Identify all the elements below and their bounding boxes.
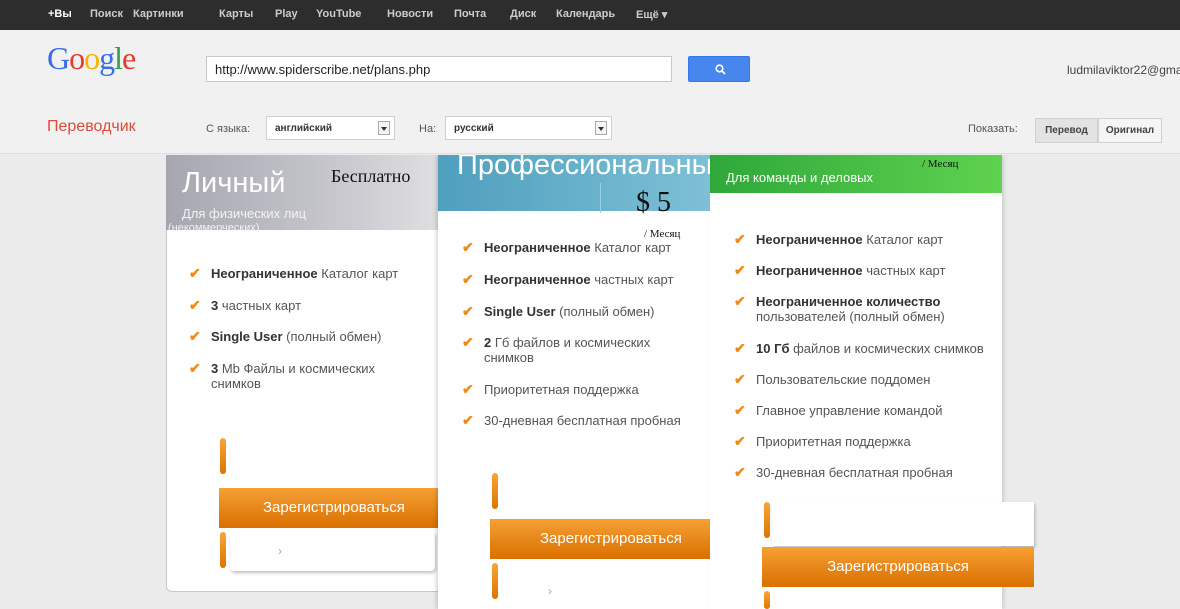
feature-item: ✔ Single User (полный обмен) <box>189 328 382 345</box>
plan-period-pro: / Месяц <box>644 228 681 240</box>
feature-item: ✔ Неограниченное количество пользователей… <box>734 293 945 325</box>
from-language-label: С языка: <box>206 123 251 135</box>
feature-item: ✔ 10 Гб файлов и космических снимков <box>734 340 984 357</box>
register-button-personal[interactable]: Зарегистрироваться <box>219 488 438 528</box>
feature-item: ✔ Неограниченное частных карт <box>734 262 946 279</box>
plan-subtitle2-personal: (некоммерческих) <box>168 222 260 230</box>
checkmark-icon: ✔ <box>734 293 746 309</box>
checkmark-icon: ✔ <box>189 328 201 344</box>
feature-item: ✔ Главное управление командой <box>734 402 943 419</box>
feature-item: ✔ Неограниченное Каталог карт <box>462 239 672 256</box>
checkmark-icon: ✔ <box>462 239 474 255</box>
plan-price-pro: $ 5 <box>636 187 671 218</box>
checkmark-icon: ✔ <box>462 381 474 397</box>
checkmark-icon: ✔ <box>462 334 474 350</box>
button-stub <box>764 591 770 609</box>
button-stub <box>764 502 770 538</box>
register-button-pro[interactable]: Зарегистрироваться <box>490 519 710 559</box>
chevron-down-icon <box>378 121 390 135</box>
feature-item: ✔ Пользовательские поддомен <box>734 371 931 388</box>
nav-images[interactable]: Картинки <box>133 8 184 20</box>
plan-subtitle-personal: Для физических лиц <box>182 206 307 221</box>
checkmark-icon: ✔ <box>734 231 746 247</box>
button-shadow-area <box>772 502 1034 546</box>
logo-letter: o <box>84 40 100 76</box>
button-shadow-area: › <box>230 533 435 571</box>
url-input[interactable] <box>206 56 672 82</box>
checkmark-icon: ✔ <box>462 271 474 287</box>
checkmark-icon: ✔ <box>189 297 201 313</box>
logo-letter: o <box>69 40 85 76</box>
feature-item: ✔ Неограниченное Каталог карт <box>734 231 944 248</box>
translator-title[interactable]: Переводчик <box>47 118 136 136</box>
feature-item: ✔ Неограниченное частных карт <box>462 271 674 288</box>
checkmark-icon: ✔ <box>734 433 746 449</box>
chevron-right-icon: › <box>278 544 282 558</box>
from-language-select[interactable]: английский <box>266 116 395 140</box>
button-stub <box>492 563 498 599</box>
feature-item: ✔ Приоритетная поддержка <box>462 381 639 398</box>
nav-calendar[interactable]: Календарь <box>556 8 615 20</box>
nav-mail[interactable]: Почта <box>454 8 486 20</box>
feature-item: ✔ Приоритетная поддержка <box>734 433 911 450</box>
google-header: Google ludmilaviktor22@gmai <box>0 30 1180 102</box>
plan-name-personal: Личный <box>182 167 286 199</box>
logo-letter: G <box>47 40 70 76</box>
user-email[interactable]: ludmilaviktor22@gmai <box>1067 63 1180 77</box>
feature-item: ✔ 3 Mb Файлы и космических снимков <box>189 360 376 392</box>
chevron-down-icon <box>595 121 607 135</box>
show-label: Показать: <box>968 123 1018 135</box>
feature-item: ✔ Single User (полный обмен) <box>462 303 655 320</box>
feature-item: ✔ Неограниченное Каталог карт <box>189 265 399 282</box>
checkmark-icon: ✔ <box>462 412 474 428</box>
nav-search[interactable]: Поиск <box>90 8 123 20</box>
google-logo[interactable]: Google <box>47 40 136 77</box>
checkmark-icon: ✔ <box>734 340 746 356</box>
checkmark-icon: ✔ <box>734 464 746 480</box>
checkmark-icon: ✔ <box>734 402 746 418</box>
show-translation-button[interactable]: Перевод <box>1035 118 1098 143</box>
checkmark-icon: ✔ <box>189 360 201 376</box>
plan-price-personal: Бесплатно <box>331 166 411 186</box>
logo-letter: e <box>122 40 136 76</box>
nav-youtube[interactable]: YouTube <box>316 8 361 20</box>
plan-name-pro: Профессиональный <box>457 155 710 181</box>
checkmark-icon: ✔ <box>462 303 474 319</box>
feature-item: ✔ 30-дневная бесплатная пробная <box>734 464 953 481</box>
nav-more[interactable]: Ещё ▾ <box>636 8 667 21</box>
register-button-business[interactable]: Зарегистрироваться <box>762 547 1034 587</box>
nav-maps[interactable]: Карты <box>219 8 253 20</box>
plan-header-personal: Личный Для физических лиц (некоммерчески… <box>166 155 466 230</box>
button-stub <box>220 438 226 474</box>
plan-period-business: / Месяц <box>922 158 959 170</box>
price-divider <box>600 183 601 213</box>
chevron-right-icon: › <box>548 584 552 598</box>
show-original-button[interactable]: Оригинал <box>1098 118 1162 143</box>
plan-subtitle-business: Для команды и деловых <box>726 170 873 185</box>
to-language-select[interactable]: русский <box>445 116 612 140</box>
translate-bar: Переводчик С языка: английский На: русск… <box>0 102 1180 154</box>
checkmark-icon: ✔ <box>734 371 746 387</box>
feature-item: ✔ 3 частных карт <box>189 297 302 314</box>
translated-page: Личный Для физических лиц (некоммерчески… <box>0 155 1180 609</box>
search-button[interactable] <box>688 56 750 82</box>
checkmark-icon: ✔ <box>189 265 201 281</box>
to-language-label: На: <box>419 123 437 135</box>
nav-drive[interactable]: Диск <box>510 8 536 20</box>
google-top-bar: +Вы Поиск Картинки Карты Play YouTube Но… <box>0 0 1180 30</box>
feature-item: ✔ 30-дневная бесплатная пробная <box>462 412 681 429</box>
button-stub <box>220 532 226 568</box>
search-icon <box>715 64 726 75</box>
feature-item: ✔ 2 Гб файлов и космических снимков <box>462 334 651 366</box>
nav-plus-you[interactable]: +Вы <box>48 8 72 20</box>
logo-letter: l <box>114 40 123 76</box>
from-language-value: английский <box>275 123 333 134</box>
button-stub <box>492 473 498 509</box>
to-language-value: русский <box>454 123 494 134</box>
nav-play[interactable]: Play <box>275 8 298 20</box>
checkmark-icon: ✔ <box>734 262 746 278</box>
logo-letter: g <box>99 40 115 76</box>
nav-news[interactable]: Новости <box>387 8 433 20</box>
button-shadow-area: › <box>500 563 705 609</box>
